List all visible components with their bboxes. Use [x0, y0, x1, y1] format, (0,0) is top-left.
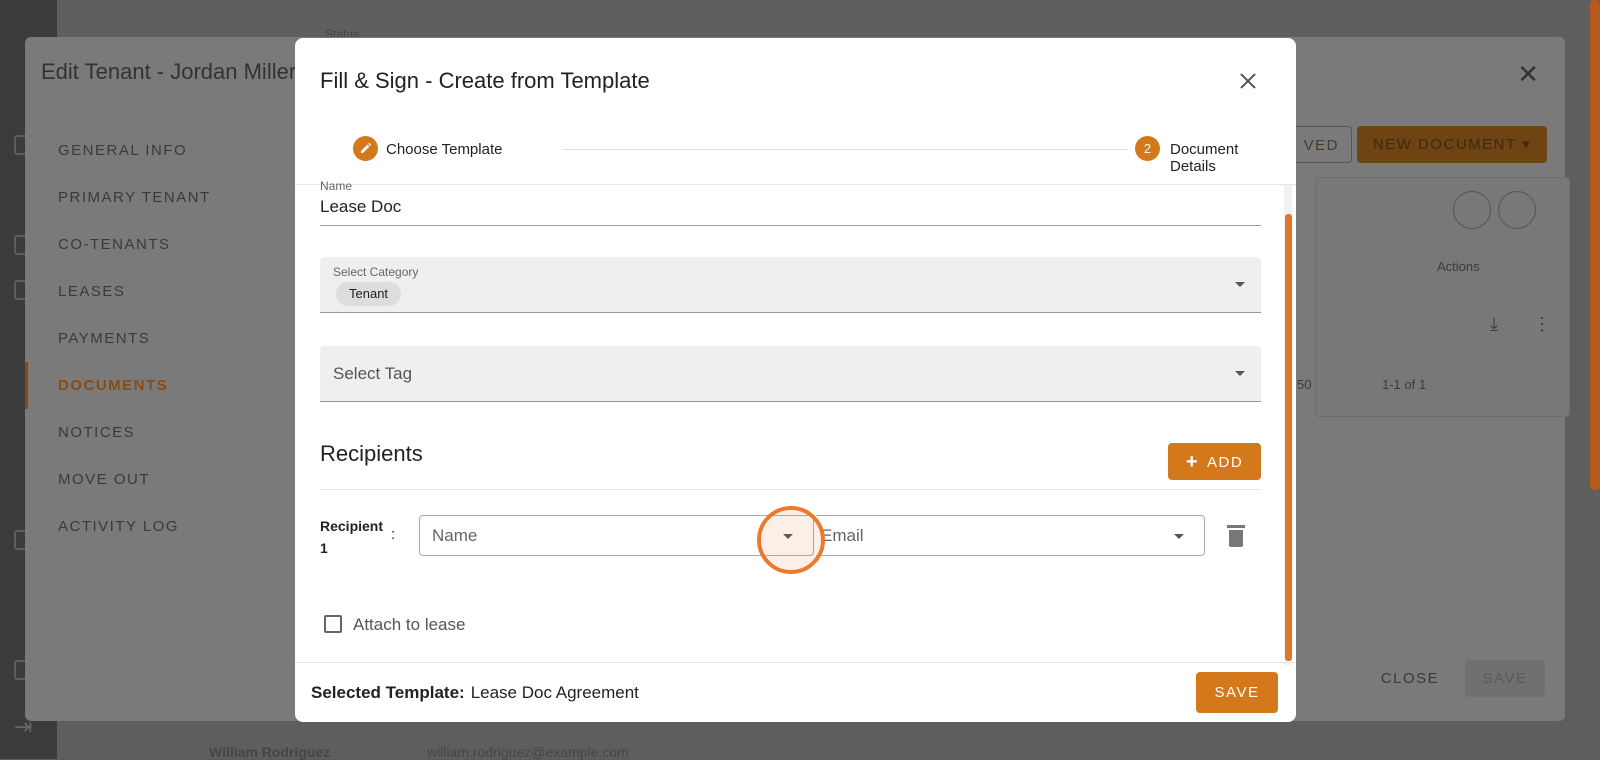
modal-title: Fill & Sign - Create from Template [320, 68, 650, 93]
nav-item-payments[interactable]: PAYMENTS [25, 315, 285, 362]
fill-sign-modal: Fill & Sign - Create from Template Choos… [295, 38, 1296, 722]
recipient-name-select[interactable]: Name [419, 515, 814, 556]
chevron-down-icon[interactable] [1235, 371, 1245, 376]
close-icon[interactable]: ✕ [1517, 59, 1539, 90]
step-document-details: Document Details [1170, 141, 1239, 175]
email-placeholder: Email [821, 526, 864, 545]
divider [320, 489, 1261, 490]
chevron-down-icon[interactable] [1174, 534, 1184, 539]
bottom-row-email: william.rodriguez@example.com [427, 744, 629, 760]
download-icon[interactable]: ⤓ [1490, 314, 1498, 335]
row-menu-icon[interactable]: ⋮ [1533, 314, 1551, 335]
add-button-label: ADD [1207, 454, 1244, 471]
trash-can [1229, 530, 1243, 547]
new-document-button[interactable]: NEW DOCUMENT ▾ [1357, 126, 1547, 163]
selected-template-value: Lease Doc Agreement [470, 683, 639, 702]
pagination-label: 1-1 of 1 [1382, 377, 1427, 392]
nav-item-notices[interactable]: NOTICES [25, 409, 285, 456]
nav-item-move-out[interactable]: MOVE OUT [25, 456, 285, 503]
trash-icon[interactable] [1227, 525, 1245, 547]
nav-item-documents[interactable]: DOCUMENTS [25, 362, 285, 409]
nav-item-leases[interactable]: LEASES [25, 268, 285, 315]
add-recipient-button[interactable]: + ADD [1168, 443, 1261, 480]
tag-select[interactable]: Select Tag [320, 346, 1261, 402]
selected-template: Selected Template: Lease Doc Agreement [311, 683, 639, 703]
tenant-nav: GENERAL INFO PRIMARY TENANT CO-TENANTS L… [25, 127, 285, 550]
recipient-email-select[interactable]: Email [816, 515, 1205, 556]
name-input[interactable]: Lease Doc [320, 197, 401, 217]
panel-close-button[interactable]: CLOSE [1365, 660, 1455, 697]
step-number: 2 [1135, 136, 1160, 161]
new-document-label: NEW DOCUMENT [1372, 136, 1517, 153]
attach-to-lease-label: Attach to lease [353, 615, 466, 634]
per-page-select[interactable]: 50 [1297, 377, 1311, 392]
step-connector [562, 149, 1127, 150]
actions-header: Actions [1437, 259, 1480, 274]
page-scrollbar[interactable] [1590, 0, 1600, 490]
name-underline [320, 225, 1261, 226]
bottom-row-name: William Rodriguez [209, 744, 331, 760]
divider [295, 662, 1296, 663]
nav-item-activity-log[interactable]: ACTIVITY LOG [25, 503, 285, 550]
tenant-panel-title: Edit Tenant - Jordan Miller [41, 59, 297, 84]
category-chip[interactable]: Tenant [336, 282, 402, 306]
close-icon[interactable] [1233, 66, 1263, 96]
nav-item-primary-tenant[interactable]: PRIMARY TENANT [25, 174, 285, 221]
recipient-label: Recipient 1 [320, 518, 384, 556]
divider [295, 184, 1296, 185]
save-button[interactable]: SAVE [1196, 672, 1278, 713]
name-field-label: Name [320, 179, 353, 193]
category-label: Select Category [333, 265, 419, 279]
name-placeholder: Name [432, 526, 478, 545]
nav-item-general-info[interactable]: GENERAL INFO [25, 127, 285, 174]
pencil-icon[interactable] [353, 136, 378, 161]
panel-save-button[interactable]: SAVE [1465, 660, 1545, 697]
chevron-down-icon[interactable] [1235, 282, 1245, 287]
modal-scrollbar[interactable] [1285, 214, 1292, 661]
recipients-title: Recipients [320, 441, 423, 466]
category-select[interactable]: Select Category Tenant [320, 257, 1261, 313]
more-options-icon[interactable] [1498, 191, 1536, 229]
trash-lid [1227, 525, 1245, 528]
click-indicator [757, 506, 825, 574]
stepper: Choose Template 2 Document Details [353, 134, 1243, 175]
refresh-icon[interactable] [1453, 191, 1491, 229]
tag-placeholder: Select Tag [333, 364, 413, 383]
plus-icon: + [1185, 451, 1199, 473]
selected-template-label: Selected Template: [311, 683, 465, 702]
attach-to-lease-checkbox[interactable] [324, 615, 342, 633]
nav-item-co-tenants[interactable]: CO-TENANTS [25, 221, 285, 268]
recipient-colon: : [391, 526, 396, 543]
step-choose-template[interactable]: Choose Template [386, 141, 502, 158]
